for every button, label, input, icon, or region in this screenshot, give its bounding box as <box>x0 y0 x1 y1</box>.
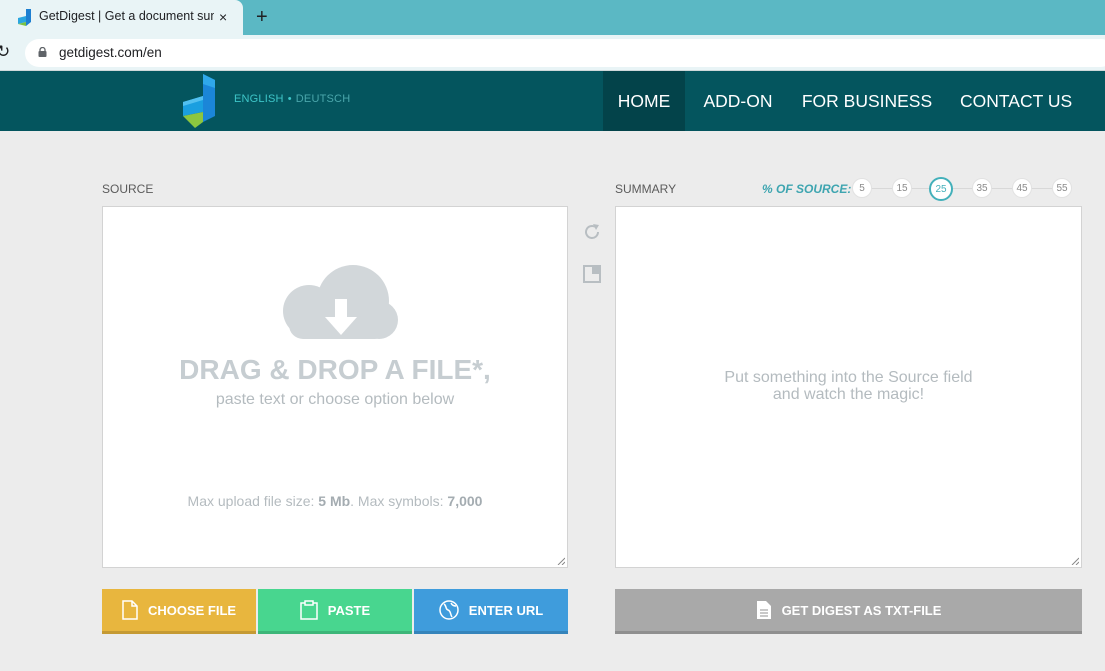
percent-option-45[interactable]: 45 <box>1012 178 1032 198</box>
summary-placeholder-line2: and watch the magic! <box>772 386 925 403</box>
percent-option-5[interactable]: 5 <box>852 178 872 198</box>
new-tab-icon[interactable]: + <box>256 5 268 29</box>
percent-option-25[interactable]: 25 <box>929 177 953 201</box>
nav-for-business[interactable]: FOR BUSINESS <box>791 71 943 131</box>
getdigest-logo[interactable] <box>181 74 215 128</box>
url-input[interactable]: getdigest.com/en <box>25 39 1105 67</box>
max-file-size: 5 Mb <box>318 493 351 509</box>
limits-prefix: Max upload file size: <box>187 493 319 509</box>
refresh-icon[interactable] <box>582 222 602 242</box>
expand-panel-icon[interactable] <box>583 265 601 283</box>
upload-limits: Max upload file size: 5 Mb. Max symbols:… <box>103 493 567 509</box>
nav-add-on[interactable]: ADD-ON <box>685 71 791 131</box>
drop-title: DRAG & DROP A FILE*, <box>179 354 491 385</box>
limits-mid: . Max symbols: <box>350 493 448 509</box>
paste-label: PASTE <box>327 602 371 618</box>
percent-option-35[interactable]: 35 <box>972 178 992 198</box>
browser-tab[interactable]: GetDigest | Get a document summary × <box>0 0 243 35</box>
lang-separator: • <box>287 93 292 105</box>
main-nav: HOME ADD-ON FOR BUSINESS CONTACT US <box>603 71 1095 131</box>
cloud-download-icon <box>283 265 398 339</box>
choose-file-button[interactable]: CHOOSE FILE <box>102 589 256 634</box>
resize-grip-icon[interactable] <box>1071 557 1079 565</box>
enter-url-button[interactable]: ENTER URL <box>414 589 568 634</box>
source-label: SOURCE <box>102 182 154 196</box>
lang-english-link[interactable]: ENGLISH <box>234 93 284 105</box>
percent-option-55[interactable]: 55 <box>1052 178 1072 198</box>
tab-title: GetDigest | Get a document summary <box>39 9 214 23</box>
getdigest-favicon-icon <box>18 9 31 26</box>
max-symbols: 7,000 <box>447 493 483 509</box>
reload-icon[interactable]: ↻ <box>0 42 10 62</box>
get-digest-button[interactable]: GET DIGEST AS TXT-FILE <box>615 589 1082 634</box>
nav-contact-us[interactable]: CONTACT US <box>943 71 1095 131</box>
resize-grip-icon[interactable] <box>557 557 565 565</box>
get-digest-label: GET DIGEST AS TXT-FILE <box>781 602 942 618</box>
percent-of-source-label: % OF SOURCE: <box>762 182 852 196</box>
summary-placeholder: Put something into the Source field and … <box>616 369 1081 403</box>
percent-option-15[interactable]: 15 <box>892 178 912 198</box>
summary-placeholder-line1: Put something into the Source field <box>724 369 973 386</box>
summary-output[interactable]: Put something into the Source field and … <box>615 206 1082 568</box>
lang-deutsch-link[interactable]: DEUTSCH <box>296 93 351 105</box>
choose-file-label: CHOOSE FILE <box>147 602 237 618</box>
browser-tab-bar: GetDigest | Get a document summary × + <box>0 0 1105 35</box>
lock-icon <box>38 47 47 57</box>
drop-subtitle: paste text or choose option below <box>215 391 455 408</box>
document-icon <box>756 601 771 619</box>
source-dropzone[interactable]: DRAG & DROP A FILE*, paste text or choos… <box>102 206 568 568</box>
browser-address-bar: ↻ getdigest.com/en <box>0 35 1105 71</box>
paste-button[interactable]: PASTE <box>258 589 412 634</box>
clipboard-icon <box>300 600 318 620</box>
language-switcher: ENGLISH • DEUTSCH <box>234 93 350 105</box>
globe-icon <box>439 600 459 620</box>
enter-url-label: ENTER URL <box>468 602 544 618</box>
file-icon <box>122 600 138 620</box>
url-text: getdigest.com/en <box>59 45 162 60</box>
summary-label: SUMMARY <box>615 182 677 196</box>
nav-home[interactable]: HOME <box>603 71 685 131</box>
close-tab-icon[interactable]: × <box>219 8 227 26</box>
site-header: ENGLISH • DEUTSCH HOME ADD-ON FOR BUSINESS… <box>0 71 1105 131</box>
